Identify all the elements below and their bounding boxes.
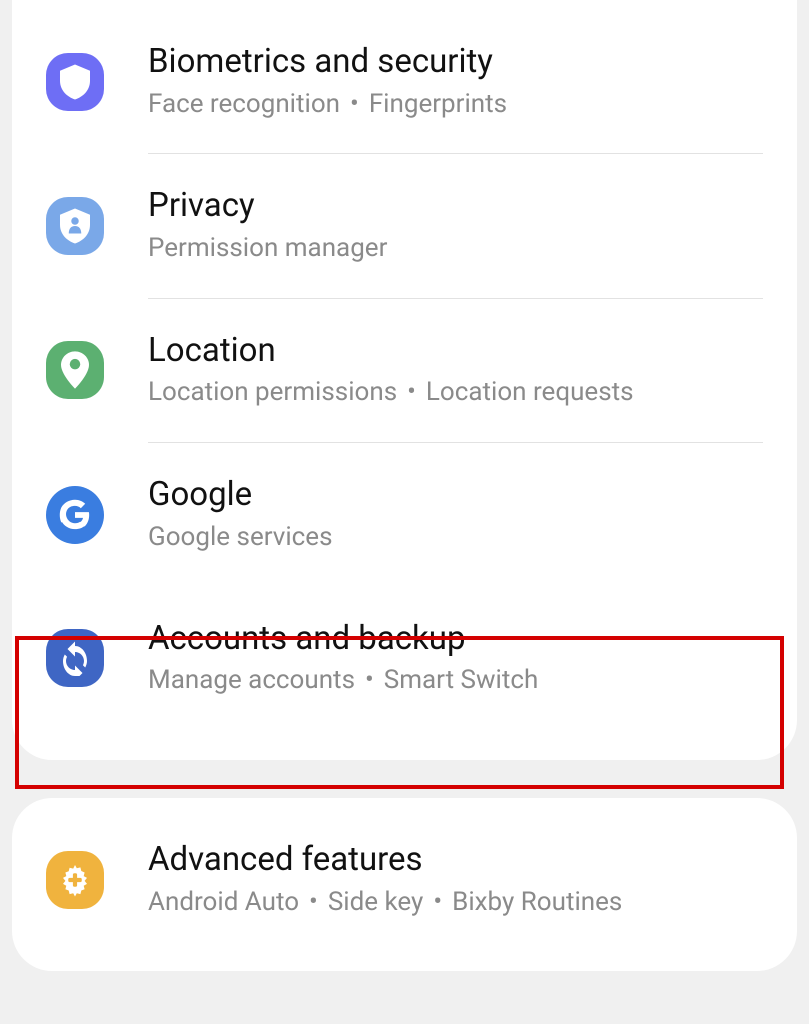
settings-row-subtitle: Face recognition•Fingerprints [148,88,507,122]
settings-card-main: Biometrics and security Face recognition… [12,0,797,760]
settings-row-text: Privacy Permission manager [148,186,387,265]
settings-row-subtitle: Permission manager [148,232,387,266]
settings-row-text: Google Google services [148,475,333,554]
settings-row-subtitle: Android Auto•Side key•Bixby Routines [148,886,622,920]
settings-row-advanced-features[interactable]: Advanced features Android Auto•Side key•… [12,808,797,951]
settings-row-google[interactable]: Google Google services [12,443,797,586]
settings-row-subtitle: Google services [148,521,333,555]
shield-icon [46,53,104,111]
settings-row-text: Advanced features Android Auto•Side key•… [148,840,622,919]
settings-row-subtitle: Location permissions•Location requests [148,376,634,410]
settings-card-secondary: Advanced features Android Auto•Side key•… [12,798,797,971]
sync-icon [46,629,104,687]
settings-row-title: Biometrics and security [148,42,507,82]
settings-row-title: Advanced features [148,840,622,880]
settings-row-biometrics[interactable]: Biometrics and security Face recognition… [12,10,797,153]
location-pin-icon [46,341,104,399]
google-g-icon [46,486,104,544]
settings-row-subtitle: Manage accounts•Smart Switch [148,664,538,698]
settings-row-location[interactable]: Location Location permissions•Location r… [12,299,797,442]
settings-row-title: Accounts and backup [148,619,538,659]
settings-row-title: Google [148,475,333,515]
privacy-shield-icon [46,197,104,255]
settings-row-title: Privacy [148,186,387,226]
plus-gear-icon [46,851,104,909]
settings-row-title: Location [148,331,634,371]
settings-row-text: Location Location permissions•Location r… [148,331,634,410]
settings-row-text: Biometrics and security Face recognition… [148,42,507,121]
settings-row-text: Accounts and backup Manage accounts•Smar… [148,619,538,698]
settings-row-accounts-backup[interactable]: Accounts and backup Manage accounts•Smar… [12,587,797,730]
settings-row-privacy[interactable]: Privacy Permission manager [12,154,797,297]
